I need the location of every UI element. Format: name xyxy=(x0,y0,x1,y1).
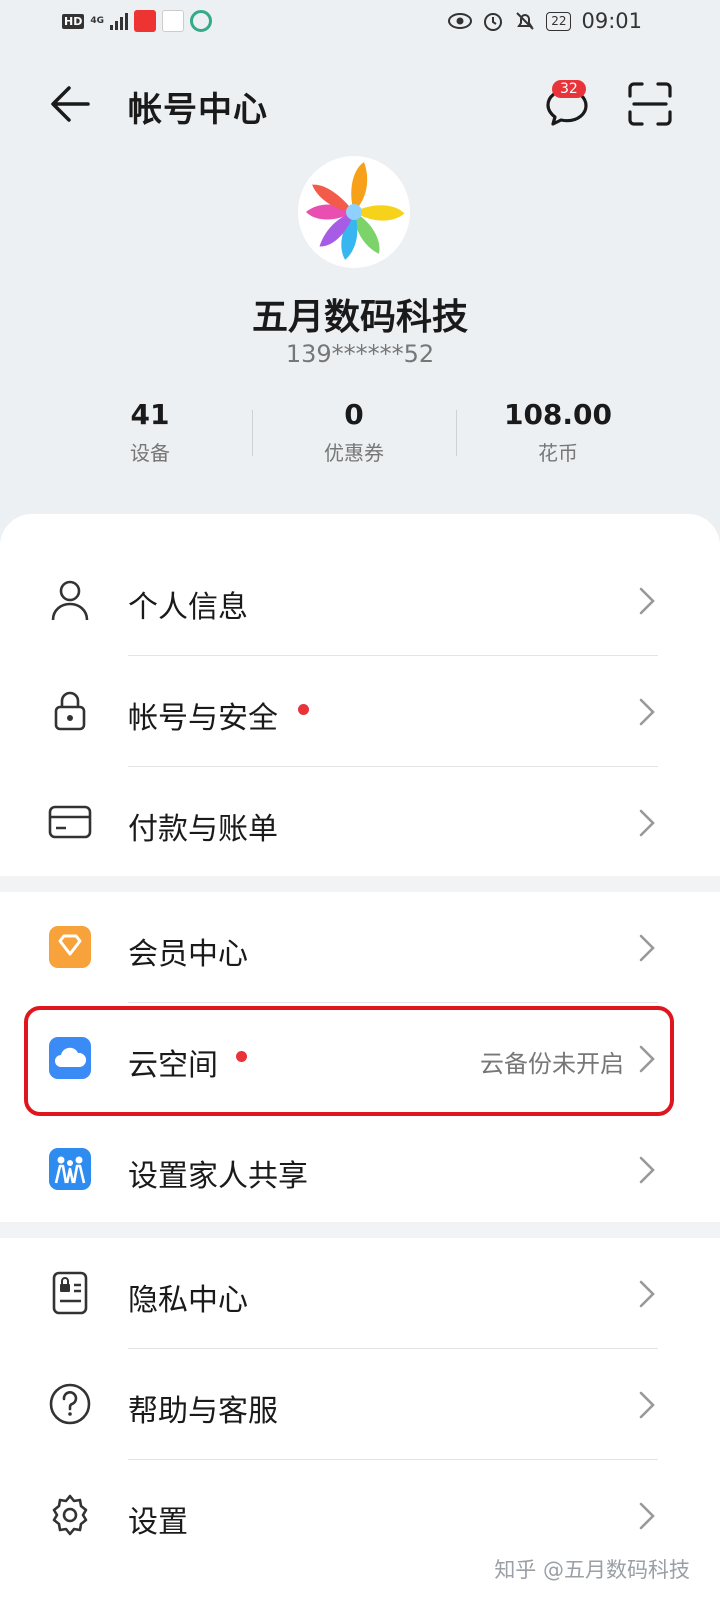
eye-icon xyxy=(448,13,473,29)
stat-coins[interactable]: 108.00 花币 xyxy=(456,398,660,476)
notification-dot xyxy=(298,704,309,715)
chevron-right-icon xyxy=(639,809,655,837)
stat-devices[interactable]: 41 设备 xyxy=(48,398,252,476)
person-icon xyxy=(48,578,92,622)
menu-item-help-service[interactable]: 帮助与客服 xyxy=(0,1349,720,1460)
menu-group-account: 个人信息 帐号与安全 付款与账单 xyxy=(0,545,720,878)
header: 帐号中心 xyxy=(0,72,720,136)
diamond-icon xyxy=(48,925,92,969)
stat-coupons[interactable]: 0 优惠券 xyxy=(252,398,456,476)
hd-indicator: HD xyxy=(62,13,85,29)
avatar[interactable] xyxy=(298,156,410,268)
stat-label: 优惠券 xyxy=(324,441,384,465)
message-badge: 32 xyxy=(552,80,586,98)
stats-row: 41 设备 0 优惠券 108.00 花币 xyxy=(48,398,660,476)
stat-label: 花币 xyxy=(538,441,578,465)
gear-icon xyxy=(48,1493,92,1537)
page-title: 帐号中心 xyxy=(128,90,268,130)
stat-label: 设备 xyxy=(130,441,170,465)
menu-item-label: 帮助与客服 xyxy=(128,1394,278,1429)
chevron-right-icon xyxy=(639,1280,655,1308)
group-separator xyxy=(0,876,720,892)
account-name: 五月数码科技 xyxy=(251,297,468,338)
alarm-icon xyxy=(484,13,503,31)
menu-item-label: 会员中心 xyxy=(128,937,248,972)
battery-indicator: 22 xyxy=(546,11,572,31)
chevron-right-icon xyxy=(639,934,655,962)
chevron-right-icon xyxy=(639,587,655,615)
back-arrow-icon[interactable] xyxy=(48,82,92,126)
menu-item-account-security[interactable]: 帐号与安全 xyxy=(0,656,720,767)
menu-item-label: 设置家人共享 xyxy=(128,1159,308,1194)
highlight-annotation xyxy=(24,1006,674,1116)
menu-item-label: 付款与账单 xyxy=(128,812,278,847)
menu-item-label: 帐号与安全 xyxy=(128,701,278,736)
family-icon xyxy=(48,1147,92,1191)
study-app-icon xyxy=(162,10,184,32)
stat-value: 108.00 xyxy=(503,398,613,431)
help-icon xyxy=(48,1382,92,1426)
menu-item-member-center[interactable]: 会员中心 xyxy=(0,892,720,1003)
stat-value: 0 xyxy=(344,398,364,431)
lock-icon xyxy=(48,689,92,733)
app-notification-icon xyxy=(134,10,156,32)
pinwheel-logo-icon xyxy=(306,162,405,260)
menu-item-label: 设置 xyxy=(128,1505,188,1540)
menu-item-personal-info[interactable]: 个人信息 xyxy=(0,545,720,656)
privacy-icon xyxy=(48,1271,92,1315)
chevron-right-icon xyxy=(639,1156,655,1184)
watermark: 知乎 @五月数码科技 xyxy=(494,1558,690,1582)
chevron-right-icon xyxy=(639,1502,655,1530)
menu-group-support: 隐私中心 帮助与客服 设置 xyxy=(0,1238,720,1571)
circle-app-icon xyxy=(190,10,212,32)
menu-item-label: 隐私中心 xyxy=(128,1283,248,1318)
stat-value: 41 xyxy=(130,398,170,431)
card-icon xyxy=(48,800,92,844)
status-bar: HD 4G 22 09:01 xyxy=(0,0,720,48)
signal-icon xyxy=(110,12,128,30)
clock: 09:01 xyxy=(581,9,642,33)
chevron-right-icon xyxy=(639,698,655,726)
chevron-right-icon xyxy=(639,1391,655,1419)
status-left: HD 4G xyxy=(62,10,212,32)
network-type: 4G xyxy=(90,15,104,26)
group-separator xyxy=(0,1222,720,1238)
mute-bell-icon xyxy=(516,12,534,30)
menu-item-family-sharing[interactable]: 设置家人共享 xyxy=(0,1114,720,1225)
menu-item-label: 个人信息 xyxy=(128,590,248,625)
menu-item-privacy-center[interactable]: 隐私中心 xyxy=(0,1238,720,1349)
menu-item-payment-billing[interactable]: 付款与账单 xyxy=(0,767,720,878)
scan-icon[interactable] xyxy=(626,80,674,128)
status-right: 22 09:01 xyxy=(448,9,642,33)
account-phone: 139******52 xyxy=(285,340,435,368)
